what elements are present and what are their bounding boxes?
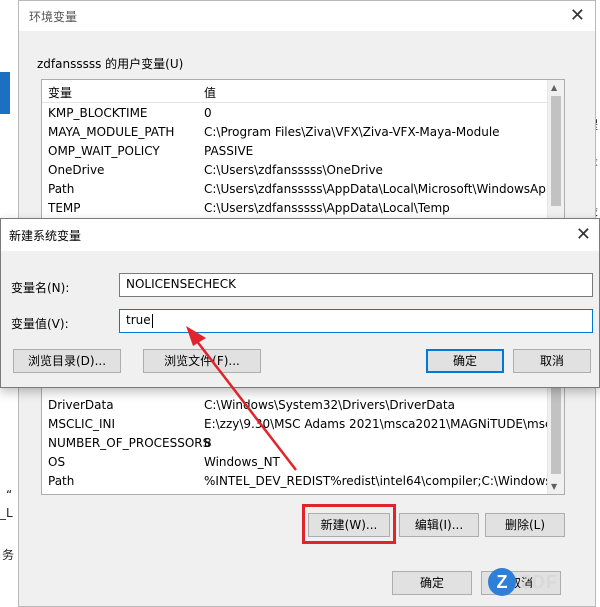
table-row[interactable]: Path C:\Users\zdfansssss\AppData\Local\M… bbox=[42, 180, 564, 199]
table-row[interactable]: OneDrive C:\Users\zdfansssss\OneDrive bbox=[42, 161, 548, 180]
variable-value-input-text: true bbox=[126, 313, 151, 327]
user-variables-group-label: zdfansssss 的用户变量(U) bbox=[37, 57, 184, 71]
close-icon[interactable]: ✕ bbox=[570, 5, 585, 26]
system-variables-list[interactable]: DriverData C:\Windows\System32\Drivers\D… bbox=[41, 381, 565, 495]
variable-value: 0 bbox=[204, 106, 212, 120]
user-variables-list[interactable]: 变量 值 KMP_BLOCKTIME 0 MAYA_MODULE_PATH C:… bbox=[41, 79, 565, 229]
delete-variable-button[interactable]: 删除(L) bbox=[485, 513, 565, 537]
scrollbar-thumb[interactable] bbox=[551, 96, 561, 206]
variable-name-label: 变量名(N): bbox=[11, 281, 70, 295]
variable-value: Windows_NT bbox=[204, 455, 280, 469]
env-window-title: 环境变量 bbox=[29, 10, 78, 24]
scrollbar-thumb[interactable] bbox=[551, 388, 561, 474]
table-row[interactable]: MSCLIC_INI E:\zzy\9.30\MSC Adams 2021\ms… bbox=[42, 415, 564, 434]
variable-value-input[interactable]: true bbox=[119, 309, 593, 333]
column-header-value[interactable]: 值 bbox=[204, 84, 216, 101]
variable-name: TEMP bbox=[48, 201, 81, 215]
variable-value: C:\Users\zdfansssss\AppData\Local\Micros… bbox=[204, 182, 564, 196]
variable-name: MSCLIC_INI bbox=[48, 417, 116, 431]
variable-name: OMP_WAIT_POLICY bbox=[48, 144, 160, 158]
variable-name: OneDrive bbox=[48, 163, 105, 177]
variable-name: OS bbox=[48, 455, 66, 469]
variable-value: E:\zzy\9.30\MSC Adams 2021\msca2021\MAGN… bbox=[204, 417, 565, 431]
variable-value: C:\Users\zdfansssss\OneDrive bbox=[204, 163, 383, 177]
browse-directory-button[interactable]: 浏览目录(D)... bbox=[13, 349, 121, 373]
variable-name: NUMBER_OF_PROCESSORS bbox=[48, 436, 211, 450]
variable-name: MAYA_MODULE_PATH bbox=[48, 125, 175, 139]
variable-value: 8 bbox=[204, 436, 212, 450]
close-icon[interactable]: ✕ bbox=[576, 224, 591, 245]
highlight-box bbox=[302, 504, 396, 544]
logo-mark-icon: Z bbox=[488, 568, 516, 596]
table-row[interactable]: TEMP C:\Users\zdfansssss\AppData\Local\T… bbox=[42, 199, 548, 218]
background-glyph: “ bbox=[6, 488, 13, 502]
variable-value-label: 变量值(V): bbox=[11, 317, 69, 331]
logo-text: ZDF bbox=[520, 572, 558, 592]
column-header-variable[interactable]: 变量 bbox=[48, 84, 72, 101]
table-row[interactable]: OS Windows_NT bbox=[42, 453, 548, 472]
watermark-logo: Z ZDF bbox=[488, 566, 592, 602]
variable-value: C:\Windows\System32\Drivers\DriverData bbox=[204, 398, 455, 412]
new-system-variable-dialog: 新建系统变量 ✕ 变量名(N): NOLICENSECHECK 变量值(V): … bbox=[0, 218, 600, 388]
variable-value: C:\Program Files\Ziva\VFX\Ziva-VFX-Maya-… bbox=[204, 125, 500, 139]
table-row[interactable]: OMP_WAIT_POLICY PASSIVE bbox=[42, 142, 548, 161]
edit-variable-button[interactable]: 编辑(I)... bbox=[399, 513, 479, 537]
variable-name: DriverData bbox=[48, 398, 114, 412]
system-list-scrollbar[interactable]: ▼ bbox=[547, 382, 564, 494]
dialog-cancel-button[interactable]: 取消 bbox=[513, 349, 591, 373]
background-glyph: _L bbox=[0, 506, 13, 520]
variable-name-input-text: NOLICENSECHECK bbox=[126, 277, 237, 291]
table-row[interactable]: Path %INTEL_DEV_REDIST%redist\intel64\co… bbox=[42, 472, 564, 491]
variable-name-input[interactable]: NOLICENSECHECK bbox=[119, 273, 593, 297]
dialog-ok-button[interactable]: 确定 bbox=[426, 349, 504, 373]
dialog-title: 新建系统变量 bbox=[9, 229, 82, 243]
variable-name: Path bbox=[48, 182, 75, 196]
variable-name: Path bbox=[48, 474, 75, 488]
text-caret bbox=[151, 313, 153, 328]
user-variables-header: 变量 值 bbox=[42, 80, 548, 103]
variable-name: KMP_BLOCKTIME bbox=[48, 106, 148, 120]
background-glyph: 务 bbox=[2, 548, 15, 562]
table-row[interactable]: KMP_BLOCKTIME 0 bbox=[42, 104, 548, 123]
dialog-titlebar: 新建系统变量 ✕ bbox=[1, 219, 599, 251]
table-row[interactable]: NUMBER_OF_PROCESSORS 8 bbox=[42, 434, 548, 453]
variable-value: %INTEL_DEV_REDIST%redist\intel64\compile… bbox=[204, 474, 565, 488]
table-row[interactable]: DriverData C:\Windows\System32\Drivers\D… bbox=[42, 396, 548, 415]
scroll-up-icon[interactable]: ▲ bbox=[551, 83, 557, 92]
env-ok-button[interactable]: 确定 bbox=[392, 571, 472, 595]
table-row[interactable]: MAYA_MODULE_PATH C:\Program Files\Ziva\V… bbox=[42, 123, 548, 142]
browse-file-button[interactable]: 浏览文件(F)... bbox=[143, 349, 261, 373]
user-list-scrollbar[interactable]: ▲ bbox=[547, 80, 564, 228]
variable-value: C:\Users\zdfansssss\AppData\Local\Temp bbox=[204, 201, 450, 215]
scroll-down-icon[interactable]: ▼ bbox=[551, 482, 557, 491]
variable-value: PASSIVE bbox=[204, 144, 254, 158]
env-window-titlebar: 环境变量 ✕ bbox=[19, 1, 595, 31]
background-blue-tab bbox=[0, 72, 10, 114]
